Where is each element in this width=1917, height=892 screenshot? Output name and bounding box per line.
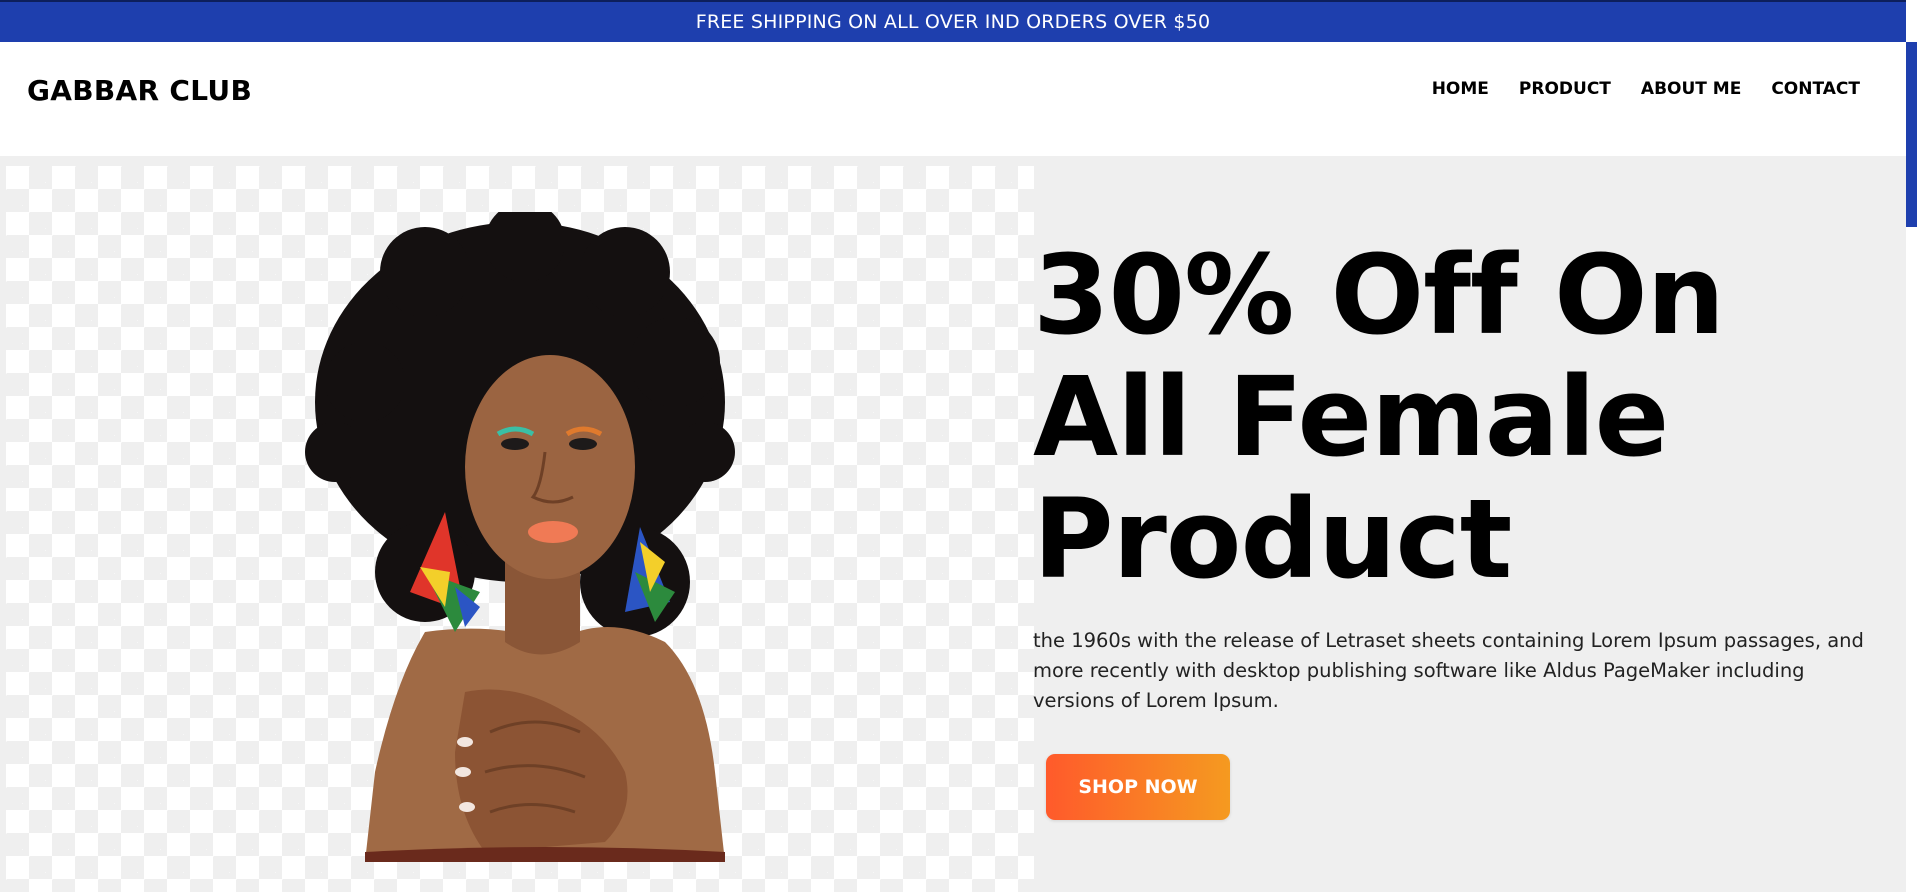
headline-line-1: 30% Off On [1033, 231, 1725, 359]
headline-line-2: All Female [1033, 353, 1669, 481]
hero-headline: 30% Off On All Female Product [1033, 234, 1853, 600]
announcement-bar: FREE SHIPPING ON ALL OVER IND ORDERS OVE… [0, 0, 1906, 42]
hero-model-image [305, 212, 735, 862]
face-shape [465, 355, 635, 579]
brand-logo[interactable]: GABBAR CLUB [27, 74, 252, 107]
nav-home[interactable]: HOME [1432, 79, 1489, 99]
scrollbar-thumb[interactable] [1906, 42, 1917, 227]
site-header: GABBAR CLUB HOME PRODUCT ABOUT ME CONTAC… [0, 42, 1906, 156]
nav-about-me[interactable]: ABOUT ME [1641, 79, 1741, 99]
nav-product[interactable]: PRODUCT [1519, 79, 1611, 99]
shop-now-button[interactable]: SHOP NOW [1046, 754, 1230, 820]
announcement-text: FREE SHIPPING ON ALL OVER IND ORDERS OVE… [695, 11, 1211, 33]
lips-shape [528, 521, 578, 543]
nav-contact[interactable]: CONTACT [1771, 79, 1860, 99]
main-nav: HOME PRODUCT ABOUT ME CONTACT [1432, 79, 1860, 99]
headline-line-3: Product [1033, 475, 1512, 603]
hero-section: 30% Off On All Female Product the 1960s … [0, 156, 1906, 892]
hero-description: the 1960s with the release of Letraset s… [1033, 629, 1864, 712]
